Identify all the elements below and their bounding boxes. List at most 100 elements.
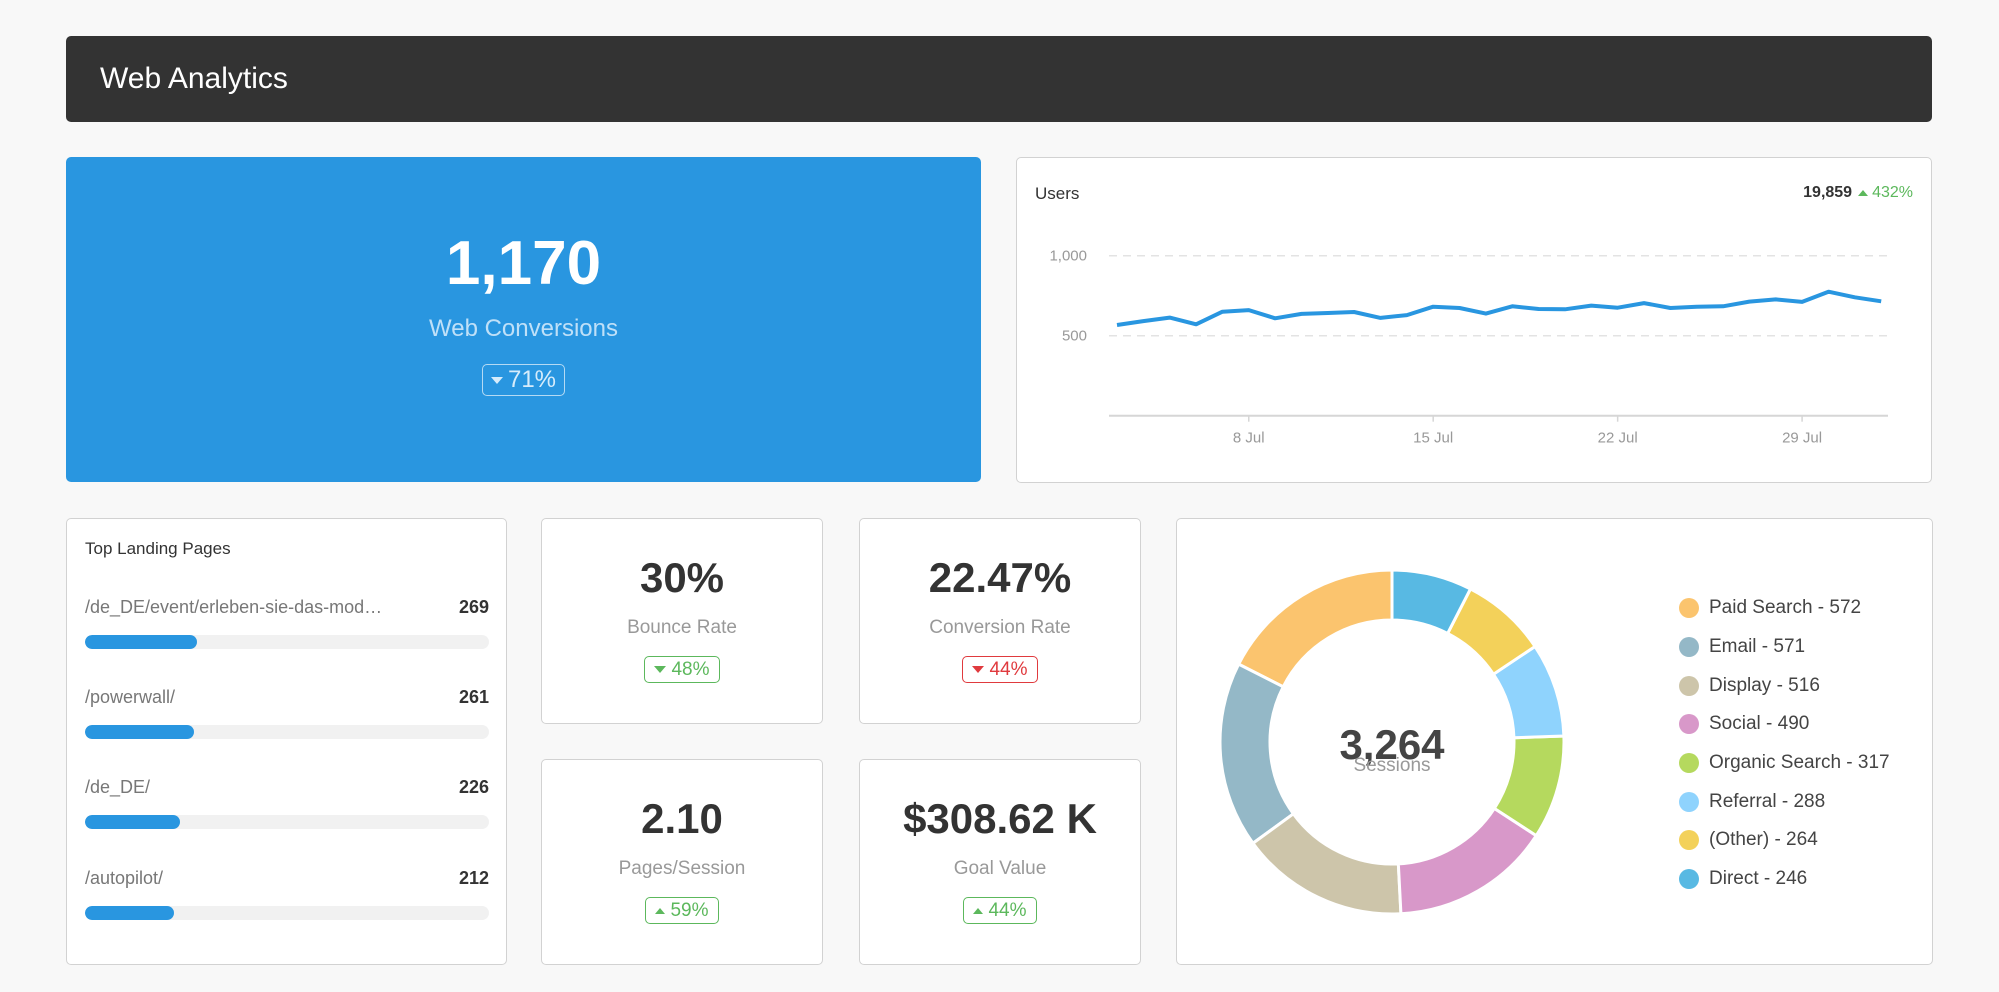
users-data-point[interactable] [1664, 302, 1676, 314]
conversion-rate-value: 22.47% [928, 554, 1072, 601]
legend-label: Email - 571 [1709, 636, 1806, 658]
users-data-point[interactable] [1243, 304, 1255, 316]
landing-page-bar-fill [85, 725, 195, 739]
landing-page-bar-fill [85, 906, 174, 920]
users-chart-card[interactable]: Users 19,859 432% 500 1,000 8 Jul 15 Jul 22 … [1016, 157, 1932, 483]
legend-color-dot-icon [1679, 869, 1699, 890]
legend-item[interactable]: (Other) - 264 [1679, 821, 1890, 860]
users-data-point[interactable] [1401, 309, 1413, 321]
landing-page-bar-fill [85, 635, 197, 649]
legend-color-dot-icon [1679, 675, 1699, 696]
users-data-point[interactable] [1585, 300, 1597, 312]
users-data-point[interactable] [1506, 300, 1518, 312]
legend-color-dot-icon [1679, 830, 1699, 851]
users-data-point[interactable] [1190, 318, 1202, 330]
pages-per-session-value: 2.10 [641, 795, 723, 842]
legend-item[interactable]: Paid Search - 572 [1679, 589, 1890, 628]
legend-color-dot-icon [1679, 791, 1699, 812]
pages-per-session-label: Pages/Session [618, 858, 746, 879]
users-data-point[interactable] [1137, 315, 1149, 327]
x-tick-label: 8 Jul [1233, 430, 1265, 447]
legend-item[interactable]: Referral - 288 [1679, 782, 1890, 821]
users-data-point[interactable] [1295, 308, 1307, 320]
landing-page-bar-track [85, 725, 489, 739]
landing-page-count: 212 [458, 868, 489, 888]
caret-down-icon [654, 666, 667, 673]
caret-up-icon [655, 907, 666, 914]
users-data-point[interactable] [1454, 302, 1466, 314]
web-conversions-label: Web Conversions [429, 315, 618, 342]
legend-item[interactable]: Organic Search - 317 [1679, 744, 1890, 783]
goal-value-value: $308.62 K [903, 795, 1097, 842]
users-data-point[interactable] [1111, 319, 1123, 331]
goal-value-change: 44% [988, 900, 1027, 921]
legend-label: Social - 490 [1709, 713, 1810, 735]
pages-per-session-change: 59% [670, 900, 709, 921]
pages-per-session-change-badge: 59% [645, 897, 719, 924]
goal-value-change-badge: 44% [963, 897, 1037, 924]
conversion-rate-change: 44% [989, 659, 1028, 680]
landing-page-bar-track [85, 635, 489, 649]
users-data-point[interactable] [1216, 306, 1228, 318]
landing-page-url: /de_DE/event/erleben-sie-das-mod… [85, 597, 383, 617]
donut-slice-email[interactable] [1218, 662, 1296, 846]
users-data-point[interactable] [1691, 301, 1703, 313]
conversion-rate-card[interactable]: 22.47% Conversion Rate 44% [859, 518, 1141, 724]
users-data-point[interactable] [1348, 306, 1360, 318]
legend-color-dot-icon [1679, 714, 1699, 735]
users-data-point[interactable] [1612, 302, 1624, 314]
legend-item[interactable]: Social - 490 [1679, 705, 1890, 744]
legend-label: Paid Search - 572 [1709, 597, 1862, 619]
users-series-line [1116, 289, 1882, 327]
users-data-point[interactable] [1770, 293, 1782, 305]
legend-label: Organic Search - 317 [1709, 752, 1890, 774]
users-data-point[interactable] [1743, 296, 1755, 308]
users-data-point[interactable] [1269, 312, 1281, 324]
web-conversions-change-badge: 71% [481, 364, 566, 396]
y-tick-label: 500 [1062, 328, 1087, 345]
top-landing-pages-title: Top Landing Pages [85, 539, 231, 558]
landing-page-url: /de_DE/ [85, 777, 151, 797]
donut-slice-paid-search[interactable] [1236, 568, 1394, 689]
caret-down-icon [972, 666, 985, 673]
legend-item[interactable]: Email - 571 [1679, 628, 1890, 667]
web-conversions-change: 71% [507, 366, 557, 393]
landing-page-count: 226 [458, 777, 489, 797]
conversion-rate-change-badge: 44% [962, 656, 1038, 683]
users-data-point[interactable] [1164, 312, 1176, 324]
dashboard-header: Web Analytics [66, 36, 1932, 122]
users-data-point[interactable] [1480, 308, 1492, 320]
top-landing-pages-card: Top Landing Pages /de_DE/event/erleben-s… [66, 518, 507, 965]
legend-label: Referral - 288 [1709, 790, 1826, 812]
landing-page-bar-track [85, 906, 489, 920]
x-tick-label: 29 Jul [1782, 430, 1822, 447]
users-data-point[interactable] [1533, 303, 1545, 315]
users-data-point[interactable] [1796, 296, 1808, 308]
bounce-rate-value: 30% [639, 554, 725, 601]
landing-page-count: 261 [458, 687, 489, 707]
users-data-point[interactable] [1875, 295, 1887, 307]
users-data-point[interactable] [1822, 286, 1834, 298]
users-data-point[interactable] [1322, 307, 1334, 319]
legend-item[interactable]: Display - 516 [1679, 666, 1890, 705]
donut-slice-display[interactable] [1250, 811, 1403, 916]
users-data-point[interactable] [1717, 300, 1729, 312]
legend-label: Display - 516 [1709, 674, 1820, 696]
users-data-point[interactable] [1638, 297, 1650, 309]
landing-page-bar-fill [85, 815, 180, 829]
x-tick-label: 15 Jul [1413, 430, 1453, 447]
landing-page-url: /autopilot/ [85, 868, 164, 888]
goal-value-label: Goal Value [953, 858, 1047, 879]
bounce-rate-card[interactable]: 30% Bounce Rate 48% [541, 518, 823, 724]
web-conversions-card[interactable]: 1,170 Web Conversions 71% [66, 157, 981, 482]
sessions-donut-card[interactable]: 3,264 Sessions Paid Search - 572 Email - … [1176, 518, 1933, 965]
users-data-point[interactable] [1849, 291, 1861, 303]
bounce-rate-change-badge: 48% [644, 656, 720, 683]
goal-value-card[interactable]: $308.62 K Goal Value 44% [859, 759, 1141, 965]
donut-slice-social[interactable] [1396, 806, 1539, 916]
users-data-point[interactable] [1559, 303, 1571, 315]
legend-item[interactable]: Direct - 246 [1679, 860, 1890, 899]
users-data-point[interactable] [1375, 312, 1387, 324]
pages-per-session-card[interactable]: 2.10 Pages/Session 59% [541, 759, 823, 965]
users-data-point[interactable] [1427, 301, 1439, 313]
